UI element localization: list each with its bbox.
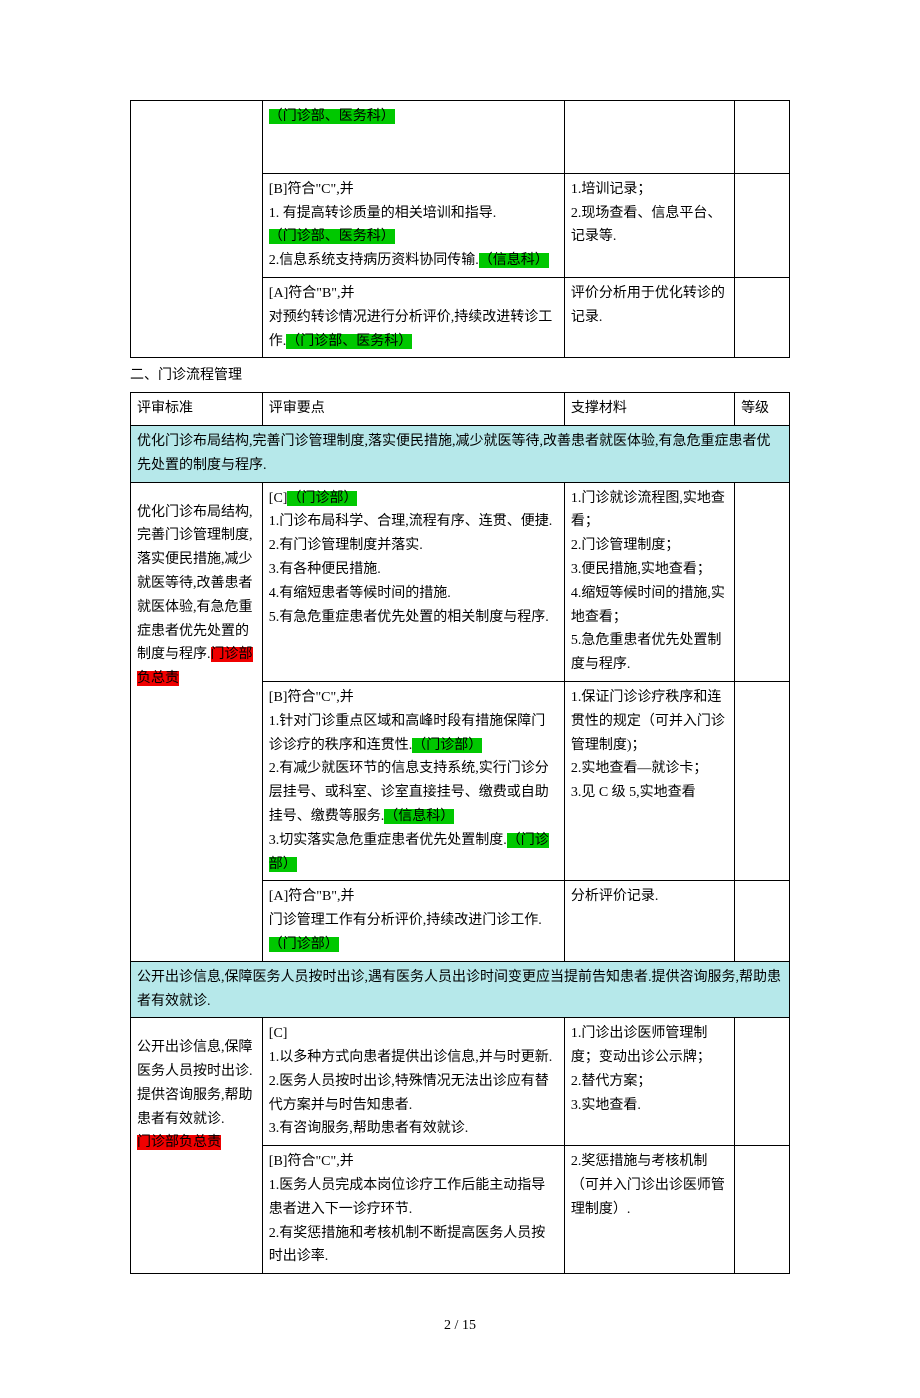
header-grade: 等级 <box>735 393 790 426</box>
cell-grade <box>735 173 790 277</box>
cell-materials: 评价分析用于优化转诊的记录. <box>564 277 734 357</box>
text: 3.有各种便民措施. <box>269 562 381 577</box>
cell-materials: 分析评价记录. <box>564 881 734 961</box>
cell-materials: 1.保证门诊诊疗秩序和连贯性的规定（可并入门诊管理制度)； 2.实地查看—就诊卡… <box>564 681 734 880</box>
text: [A]符合"B",并 <box>269 889 355 904</box>
text: [B]符合"C",并 <box>269 690 354 705</box>
cell-standard: 优化门诊布局结构,完善门诊管理制度,落实便民措施,减少就医等待,改善患者就医体验… <box>131 482 263 961</box>
page-footer: 2 / 15 <box>130 1314 790 1338</box>
text: 2.有门诊管理制度并落实. <box>269 538 423 553</box>
table-1: （门诊部、医务科） [B]符合"C",并 1. 有提高转诊质量的相关培训和指导.… <box>130 100 790 358</box>
cell-grade <box>735 277 790 357</box>
highlight-green: （信息科） <box>384 809 454 824</box>
page-total: 15 <box>462 1318 476 1333</box>
text: 1.医务人员完成本岗位诊疗工作后能主动指导患者进入下一诊疗环节. <box>269 1178 546 1217</box>
header-standard: 评审标准 <box>131 393 263 426</box>
cell-grade <box>735 681 790 880</box>
highlight-green: （门诊部、医务科） <box>269 109 395 124</box>
text: 2.信息系统支持病历资料协同传输. <box>269 253 479 268</box>
cell-grade <box>735 1146 790 1274</box>
text: 4.有缩短患者等候时间的措施. <box>269 586 451 601</box>
text: 2.有奖惩措施和考核机制不断提高医务人员按时出诊率. <box>269 1226 546 1265</box>
text: 5.有急危重症患者优先处置的相关制度与程序. <box>269 610 549 625</box>
table-2: 评审标准 评审要点 支撑材料 等级 优化门诊布局结构,完善门诊管理制度,落实便民… <box>130 392 790 1274</box>
cell-grade <box>735 482 790 681</box>
header-points: 评审要点 <box>262 393 564 426</box>
text: 评价分析用于优化转诊的记录. <box>571 286 725 325</box>
text: 3.有咨询服务,帮助患者有效就诊. <box>269 1121 469 1136</box>
text: 2.现场查看、信息平台、记录等. <box>571 206 722 245</box>
text: [B]符合"C",并 <box>269 182 354 197</box>
cell-points: [C]（门诊部） 1.门诊布局科学、合理,流程有序、连贯、便捷. 2.有门诊管理… <box>262 482 564 681</box>
cell-materials: 1.培训记录； 2.现场查看、信息平台、记录等. <box>564 173 734 277</box>
cell-points: [A]符合"B",并 对预约转诊情况进行分析评价,持续改进转诊工作.（门诊部、医… <box>262 277 564 357</box>
header-materials: 支撑材料 <box>564 393 734 426</box>
cell-materials: 1.门诊就诊流程图,实地查看； 2.门诊管理制度； 3.便民措施,实地查看； 4… <box>564 482 734 681</box>
cell-grade <box>735 1018 790 1146</box>
section-header: 公开出诊信息,保障医务人员按时出诊,遇有医务人员出诊时间变更应当提前告知患者.提… <box>131 961 790 1018</box>
page-number: 2 <box>444 1318 451 1333</box>
text: [A]符合"B",并 <box>269 286 355 301</box>
highlight-red: 门诊部负总责 <box>137 1135 221 1150</box>
text: 1.以多种方式向患者提供出诊信息,并与时更新. <box>269 1050 553 1065</box>
section-header-row: 公开出诊信息,保障医务人员按时出诊,遇有医务人员出诊时间变更应当提前告知患者.提… <box>131 961 790 1018</box>
cell-empty <box>131 101 263 358</box>
cell-points: [B]符合"C",并 1. 有提高转诊质量的相关培训和指导. （门诊部、医务科）… <box>262 173 564 277</box>
cell-materials: 1.门诊出诊医师管理制度；变动出诊公示牌； 2.替代方案； 3.实地查看. <box>564 1018 734 1146</box>
section-header-row: 优化门诊布局结构,完善门诊管理制度,落实便民措施,减少就医等待,改善患者就医体验… <box>131 425 790 482</box>
table-header-row: 评审标准 评审要点 支撑材料 等级 <box>131 393 790 426</box>
cell-points: [A]符合"B",并 门诊管理工作有分析评价,持续改进门诊工作. （门诊部） <box>262 881 564 961</box>
text: 3.切实落实急危重症患者优先处置制度. <box>269 833 507 848</box>
page-sep: / <box>451 1318 462 1333</box>
cell-grade <box>735 101 790 174</box>
text: 1.培训记录； <box>571 182 652 197</box>
text: 1.针对门诊重点区域和高峰时段有措施保障门诊诊疗的秩序和连贯性. <box>269 714 546 753</box>
text: [B]符合"C",并 <box>269 1154 354 1169</box>
text: 1. 有提高转诊质量的相关培训和指导. <box>269 206 497 221</box>
text: 1.门诊布局科学、合理,流程有序、连贯、便捷. <box>269 514 553 529</box>
table-row: （门诊部、医务科） <box>131 101 790 174</box>
table-row: 优化门诊布局结构,完善门诊管理制度,落实便民措施,减少就医等待,改善患者就医体验… <box>131 482 790 681</box>
text: 门诊管理工作有分析评价,持续改进门诊工作. <box>269 913 542 928</box>
table-row: 公开出诊信息,保障医务人员按时出诊.提供咨询服务,帮助患者有效就诊. 门诊部负总… <box>131 1018 790 1146</box>
cell-points: [B]符合"C",并 1.针对门诊重点区域和高峰时段有措施保障门诊诊疗的秩序和连… <box>262 681 564 880</box>
section-header: 优化门诊布局结构,完善门诊管理制度,落实便民措施,减少就医等待,改善患者就医体验… <box>131 425 790 482</box>
text: 公开出诊信息,保障医务人员按时出诊.提供咨询服务,帮助患者有效就诊. <box>137 1040 253 1126</box>
cell-grade <box>735 881 790 961</box>
highlight-green: （门诊部、医务科） <box>286 334 412 349</box>
cell-standard: 公开出诊信息,保障医务人员按时出诊.提供咨询服务,帮助患者有效就诊. 门诊部负总… <box>131 1018 263 1274</box>
highlight-green: （信息科） <box>479 253 549 268</box>
highlight-green: （门诊部） <box>412 738 482 753</box>
highlight-green: （门诊部） <box>287 491 357 506</box>
cell-points: [B]符合"C",并 1.医务人员完成本岗位诊疗工作后能主动指导患者进入下一诊疗… <box>262 1146 564 1274</box>
section-title: 二、门诊流程管理 <box>130 364 790 388</box>
text: [C] <box>269 1026 288 1041</box>
text: 2.医务人员按时出诊,特殊情况无法出诊应有替代方案并与时告知患者. <box>269 1074 549 1113</box>
cell-points: [C] 1.以多种方式向患者提供出诊信息,并与时更新. 2.医务人员按时出诊,特… <box>262 1018 564 1146</box>
text: 优化门诊布局结构,完善门诊管理制度,落实便民措施,减少就医等待,改善患者就医体验… <box>137 505 253 663</box>
cell-points: （门诊部、医务科） <box>262 101 564 174</box>
cell-materials <box>564 101 734 174</box>
highlight-green: （门诊部、医务科） <box>269 229 395 244</box>
text: [C] <box>269 491 288 506</box>
highlight-green: （门诊部） <box>269 937 339 952</box>
cell-materials: 2.奖惩措施与考核机制（可并入门诊出诊医师管理制度）. <box>564 1146 734 1274</box>
